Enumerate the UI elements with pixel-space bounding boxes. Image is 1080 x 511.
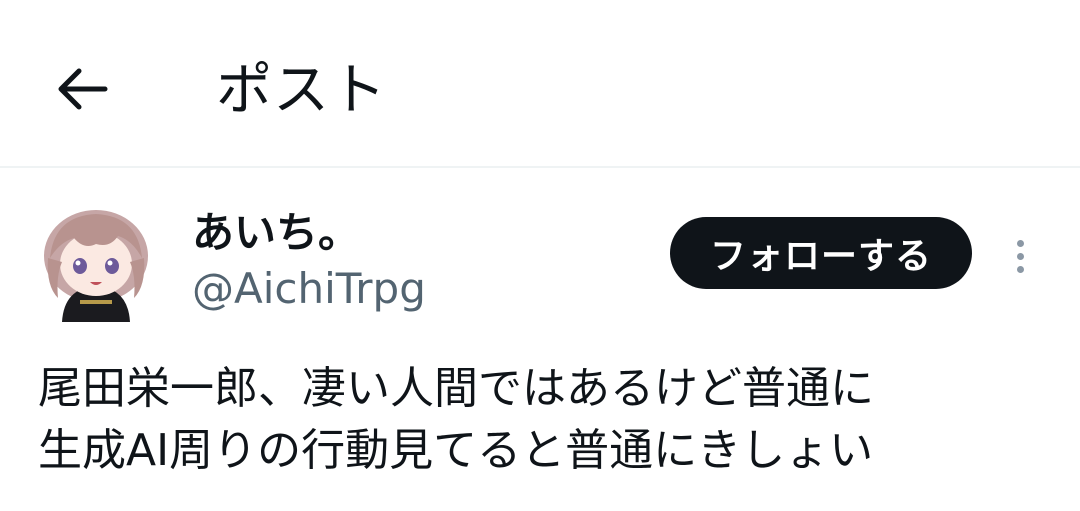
more-vertical-icon (1016, 252, 1024, 260)
more-options-button[interactable] (1000, 228, 1040, 284)
back-button[interactable] (48, 54, 118, 124)
more-vertical-icon (1016, 265, 1024, 273)
arrow-left-icon (58, 68, 108, 110)
avatar[interactable] (40, 206, 152, 322)
page-title: ポスト (216, 58, 387, 123)
post-text-line: 生成AI周りの行動見てると普通にきしょい (38, 425, 874, 476)
author-handle[interactable]: @AichiTrpg (192, 262, 426, 316)
post-text-line: 尾田栄一郎、凄い人間ではあるけど普通に (38, 363, 874, 414)
post-text: 尾田栄一郎、凄い人間ではあるけど普通に 生成AI周りの行動見てると普通にきしょい (38, 358, 1068, 482)
follow-button[interactable]: フォローする (670, 217, 972, 289)
author-display-name[interactable]: あいち。 (192, 206, 360, 260)
avatar-illustration (44, 210, 148, 322)
more-vertical-icon (1016, 239, 1024, 247)
top-bar: ポスト (0, 0, 1080, 168)
